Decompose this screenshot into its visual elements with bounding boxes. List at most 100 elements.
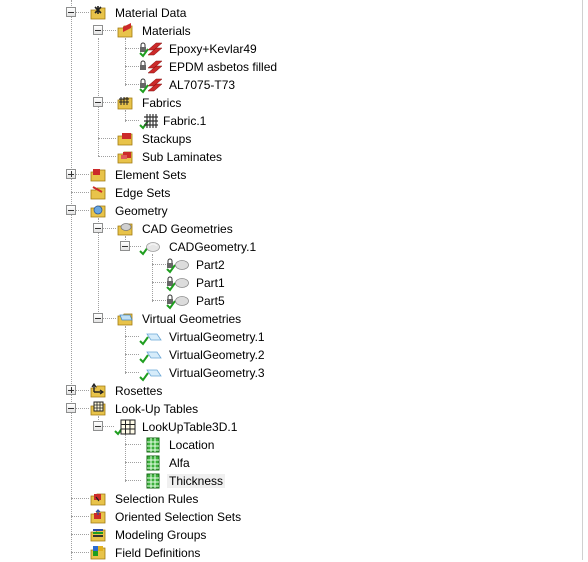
tree-node-label: Look-Up Tables xyxy=(115,402,199,416)
tree-line xyxy=(102,426,114,427)
tree-node-label: Part2 xyxy=(196,258,225,272)
tree-line xyxy=(98,156,116,157)
tree-node-label: Rosettes xyxy=(115,384,163,398)
collapse-toggle-virtual-geometries[interactable] xyxy=(93,313,103,323)
cad-geometries-folder-icon xyxy=(117,221,133,237)
virtual-geometry-icon xyxy=(146,329,162,345)
tree-line xyxy=(152,282,166,283)
lock-icon xyxy=(139,60,147,70)
tree-node-label: Sub Laminates xyxy=(142,150,223,164)
tree-line xyxy=(71,192,89,193)
tree-line xyxy=(152,254,153,302)
edge-sets-folder-icon xyxy=(90,185,106,201)
materials-folder-icon xyxy=(117,23,133,39)
tree-line xyxy=(125,66,139,67)
virtual-geometry-icon xyxy=(146,365,162,381)
tree-line xyxy=(102,228,116,229)
field-definitions-folder-icon xyxy=(90,545,106,561)
virtual-geometry-icon xyxy=(146,347,162,363)
collapse-toggle-lookup-tables[interactable] xyxy=(66,403,76,413)
tree-node-label: Edge Sets xyxy=(115,186,171,200)
tree-node-label: Field Definitions xyxy=(115,546,201,560)
tree-line xyxy=(125,480,141,481)
tree-node-label: Stackups xyxy=(142,132,192,146)
tree-node-label: Element Sets xyxy=(115,168,187,182)
collapse-toggle-cadgeometry[interactable] xyxy=(120,241,130,251)
element-sets-folder-icon xyxy=(90,167,106,183)
material-icon xyxy=(147,41,163,57)
table-icon xyxy=(120,419,136,435)
tree-line xyxy=(125,38,126,86)
tree-node-label: Oriented Selection Sets xyxy=(115,510,242,524)
stackups-folder-icon xyxy=(117,131,133,147)
cad-geometry-icon xyxy=(145,239,161,255)
tree-line xyxy=(102,30,116,31)
tree-line xyxy=(125,48,139,49)
tree-line xyxy=(102,102,116,103)
part-icon xyxy=(174,275,190,291)
material-data-folder-icon xyxy=(90,5,106,21)
tree-node-label: VirtualGeometry.2 xyxy=(169,348,265,362)
collapse-toggle-geometry[interactable] xyxy=(66,205,76,215)
tree-line xyxy=(71,534,89,535)
tree-node-label: Alfa xyxy=(169,456,190,470)
material-icon xyxy=(147,77,163,93)
table-column-icon xyxy=(145,473,161,489)
tree-node-label: Part1 xyxy=(196,276,225,290)
material-icon xyxy=(147,59,163,75)
tree-line xyxy=(125,434,126,482)
tree-node-label: VirtualGeometry.1 xyxy=(169,330,265,344)
tree-node-label: CAD Geometries xyxy=(142,222,233,236)
modeling-groups-folder-icon xyxy=(90,527,106,543)
expand-toggle-rosettes[interactable] xyxy=(66,385,76,395)
sub-laminates-folder-icon xyxy=(117,149,133,165)
oriented-selection-sets-folder-icon xyxy=(90,509,106,525)
tree-node-label: LookUpTable3D.1 xyxy=(142,420,238,434)
expand-toggle-element-sets[interactable] xyxy=(66,169,76,179)
tree-line xyxy=(75,174,89,175)
geometry-folder-icon xyxy=(90,203,106,219)
tree-line xyxy=(152,300,166,301)
tree-line xyxy=(152,264,166,265)
table-column-icon xyxy=(145,437,161,453)
rosettes-folder-icon xyxy=(90,383,106,399)
selection-rules-folder-icon xyxy=(90,491,106,507)
tree-node-label: Selection Rules xyxy=(115,492,199,506)
part-icon xyxy=(174,293,190,309)
tree-line xyxy=(71,0,72,560)
tree-line xyxy=(98,218,99,320)
lookup-tables-folder-icon xyxy=(90,401,106,417)
tree-node-label: VirtualGeometry.3 xyxy=(169,366,265,380)
tree-node-label: Virtual Geometries xyxy=(142,312,242,326)
collapse-toggle-fabrics[interactable] xyxy=(93,97,103,107)
tree-node-label: Epoxy+Kevlar49 xyxy=(169,42,257,56)
fabrics-folder-icon xyxy=(117,95,133,111)
tree-node-label: Part5 xyxy=(196,294,225,308)
tree-node-label: EPDM asbetos filled xyxy=(169,60,278,74)
table-column-icon xyxy=(145,455,161,471)
collapse-toggle-materials[interactable] xyxy=(93,25,103,35)
tree-line xyxy=(75,210,89,211)
tree-line xyxy=(71,498,89,499)
tree-line xyxy=(75,408,89,409)
tree-line xyxy=(75,390,89,391)
part-icon xyxy=(174,257,190,273)
tree-line xyxy=(125,326,126,374)
collapse-toggle-lookup-table[interactable] xyxy=(93,421,103,431)
tree-node-label: Material Data xyxy=(115,6,187,20)
fabric-icon xyxy=(143,113,159,129)
tree-line xyxy=(98,138,116,139)
tree-panel xyxy=(0,0,583,560)
tree-node-label: Location xyxy=(169,438,215,452)
tree-node-label: Materials xyxy=(142,24,191,38)
tree-line xyxy=(125,120,139,121)
tree-line xyxy=(125,354,139,355)
tree-line xyxy=(125,444,141,445)
tree-node-label: CADGeometry.1 xyxy=(169,240,257,254)
tree-line xyxy=(75,12,89,13)
collapse-toggle-cad-geometries[interactable] xyxy=(93,223,103,233)
tree-line xyxy=(125,84,139,85)
tree-node-label: Modeling Groups xyxy=(115,528,207,542)
collapse-toggle-material-data[interactable] xyxy=(66,7,76,17)
tree-line xyxy=(71,516,89,517)
